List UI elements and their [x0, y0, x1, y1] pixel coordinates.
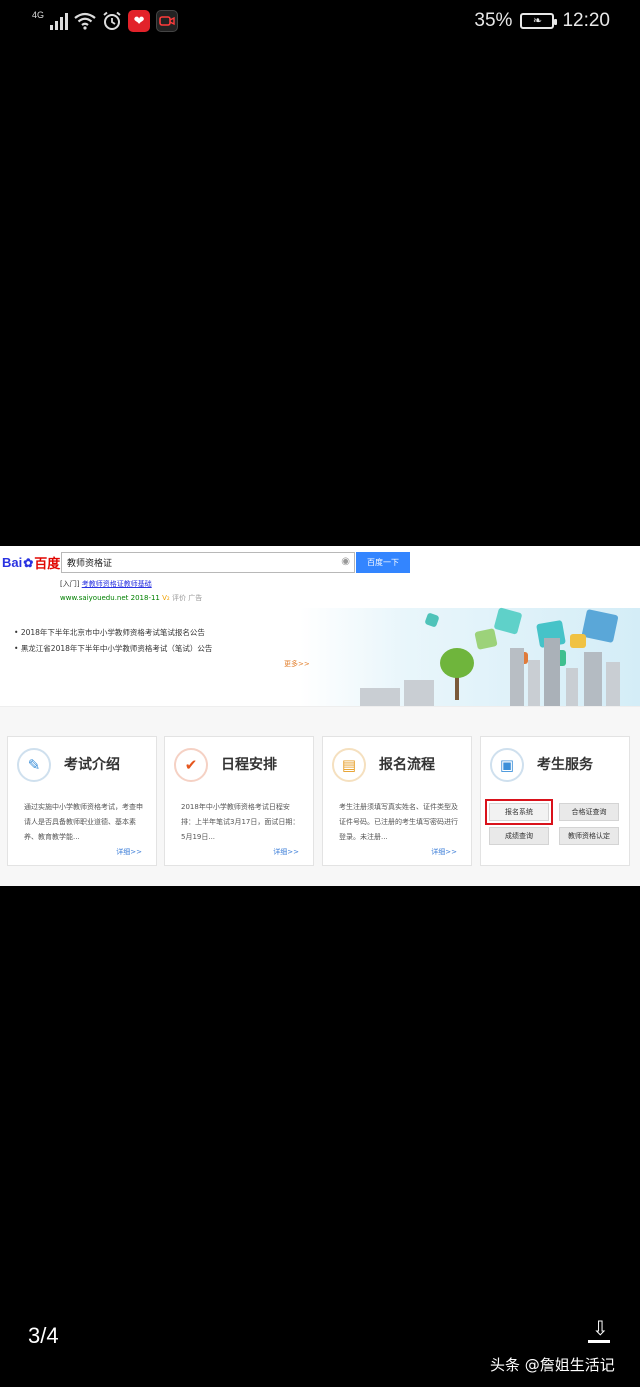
image-viewer: 4G ❤ 35% ❧ 12:20 Bai ✿ 百度 教师资格证 ◉ 百度一下 […: [0, 0, 640, 1387]
search-query: 教师资格证: [67, 559, 113, 569]
more-link[interactable]: 更多>>: [284, 659, 310, 669]
clock: 12:20: [562, 10, 610, 31]
score-query-button[interactable]: 成绩查询: [489, 827, 549, 845]
card-title: 考生服务: [537, 757, 593, 773]
signal-icon: [50, 12, 69, 30]
notice-text[interactable]: 黑龙江省2018年下半年中小学教师资格考试（笔试）公告: [21, 644, 213, 653]
card-more-link[interactable]: 详细>>: [273, 847, 299, 857]
wifi-icon: [74, 12, 96, 30]
baidu-search-bar: Bai ✿ 百度 教师资格证 ◉ 百度一下: [0, 546, 640, 580]
card-more-link[interactable]: 详细>>: [116, 847, 142, 857]
camera-icon[interactable]: ◉: [341, 556, 350, 567]
alarm-icon: [103, 11, 121, 30]
card-registration-process: ▤ 报名流程 考生注册须填写真实姓名、证件类型及证件号码。已注册的考生填写密码进…: [322, 736, 472, 866]
contact-book-icon: ▣: [490, 748, 524, 782]
battery-percent: 35%: [474, 10, 513, 31]
ad-label: 广告: [188, 594, 203, 602]
card-desc: 考生注册须填写真实姓名、证件类型及证件号码。已注册的考生填写密码进行登录。未注册…: [339, 803, 458, 841]
card-desc: 通过实施中小学教师资格考试，考查申请人是否具备教师职业道德、基本素养、教育教学能…: [24, 803, 143, 841]
card-exam-intro: ✎ 考试介绍 通过实施中小学教师资格考试，考查申请人是否具备教师职业道德、基本素…: [7, 736, 157, 866]
ad-title[interactable]: [入门] 考教师资格证教师基础: [60, 579, 440, 589]
card-more-link[interactable]: 详细>>: [431, 847, 457, 857]
network-type: 4G: [32, 10, 45, 20]
ad-url: www.saiyouedu.net: [60, 594, 129, 602]
download-icon[interactable]: ⇩: [586, 1318, 612, 1346]
check-icon: ✔: [174, 748, 208, 782]
ad-meta: www.saiyouedu.net 2018-11 V₂ 评价 广告: [60, 593, 440, 603]
document-icon: ✎: [17, 748, 51, 782]
search-button[interactable]: 百度一下: [356, 552, 410, 573]
card-desc: 2018年中小学教师资格考试日程安排：上半年笔试3月17日，面试日期：5月19日…: [181, 803, 300, 841]
baidu-logo: Bai ✿ 百度: [2, 553, 60, 572]
notice-text[interactable]: 2018年下半年北京市中小学教师资格考试笔试报名公告: [21, 628, 205, 637]
baidu-logo-text: Bai: [2, 555, 23, 570]
screen-record-icon: [156, 10, 179, 32]
banner-illustration: [300, 607, 640, 708]
battery-saver-icon: ❧: [520, 13, 558, 29]
paw-icon: ✿: [23, 555, 34, 570]
page-indicator: 3/4: [28, 1323, 59, 1348]
ad-comment[interactable]: 评价: [172, 594, 186, 602]
search-input[interactable]: 教师资格证 ◉: [61, 552, 355, 573]
status-bar: 4G ❤ 35% ❧ 12:20: [0, 0, 640, 44]
notice-item-2[interactable]: • 黑龙江省2018年下半年中小学教师资格考试（笔试）公告: [14, 643, 212, 654]
card-title: 日程安排: [221, 757, 277, 773]
ad-date: 2018-11: [130, 594, 160, 602]
ad-prefix: [入门]: [60, 580, 80, 588]
status-bar-right: 35% ❧ 12:20: [474, 10, 610, 32]
form-icon: ▤: [332, 748, 366, 782]
notice-item-1[interactable]: • 2018年下半年北京市中小学教师资格考试笔试报名公告: [14, 627, 205, 638]
card-title: 报名流程: [379, 757, 435, 773]
baidu-logo-cn: 百度: [34, 556, 61, 571]
status-bar-left: 4G ❤: [32, 10, 179, 32]
teacher-qualification-button[interactable]: 教师资格认定: [559, 827, 619, 845]
ad-result[interactable]: [入门] 考教师资格证教师基础 www.saiyouedu.net 2018-1…: [60, 579, 440, 609]
card-title: 考试介绍: [64, 757, 120, 773]
app-red-icon: ❤: [128, 10, 151, 32]
card-candidate-services: ▣ 考生服务 报名系统 合格证查询 成绩查询 教师资格认定: [480, 736, 630, 866]
registration-system-button[interactable]: 报名系统: [485, 799, 553, 825]
certificate-query-button[interactable]: 合格证查询: [559, 803, 619, 821]
card-schedule: ✔ 日程安排 2018年中小学教师资格考试日程安排：上半年笔试3月17日，面试日…: [164, 736, 314, 866]
screenshot-image: Bai ✿ 百度 教师资格证 ◉ 百度一下 [入门] 考教师资格证教师基础 ww…: [0, 546, 640, 886]
watermark: 头条 @詹姐生活记: [490, 1356, 615, 1374]
v-badge: V₂: [162, 594, 170, 602]
ad-link[interactable]: 考教师资格证教师基础: [82, 580, 152, 588]
